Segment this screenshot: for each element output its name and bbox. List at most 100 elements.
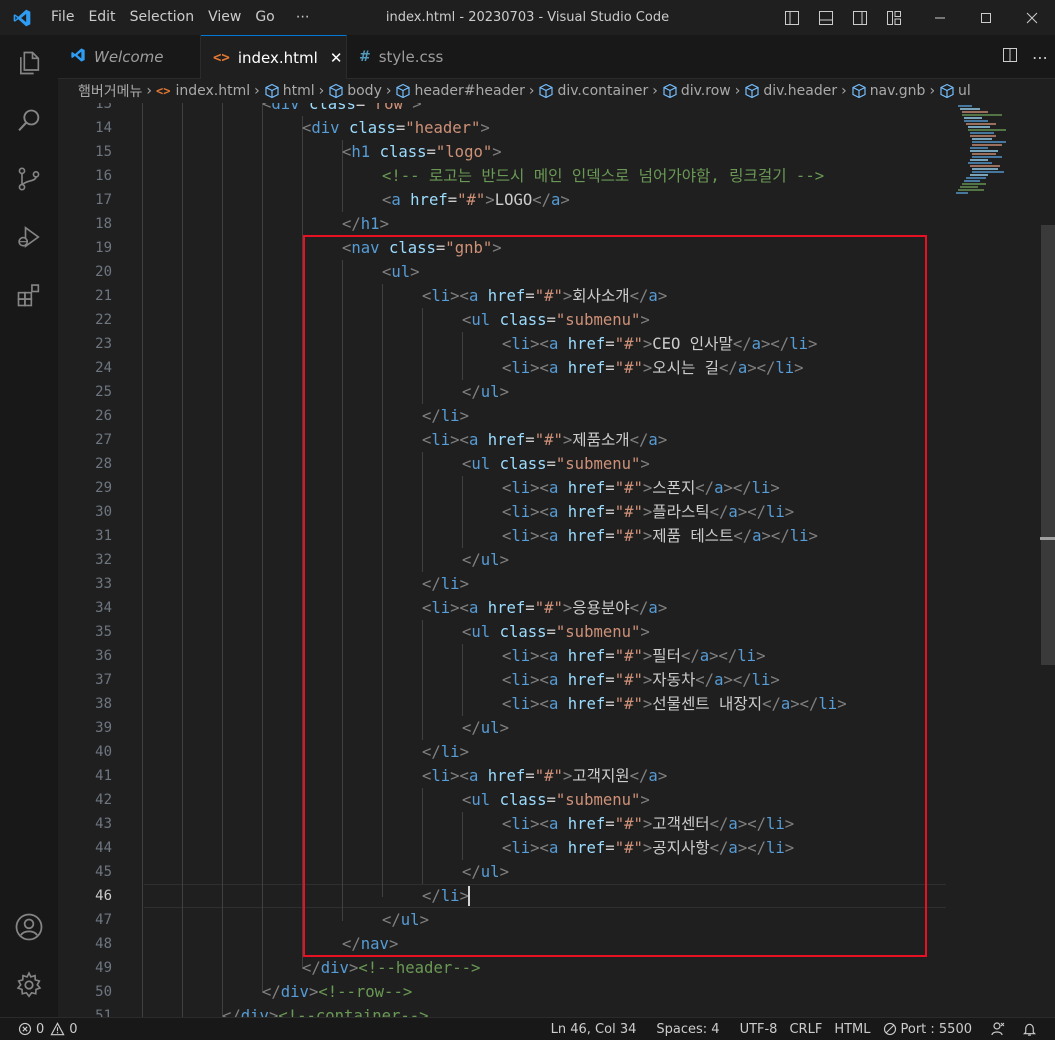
text-cursor — [468, 886, 470, 906]
line-number: 41 — [95, 768, 112, 784]
code-line: </ul> — [462, 863, 509, 881]
settings-gear-icon[interactable] — [0, 961, 58, 1009]
breadcrumb-div-header[interactable]: div.header — [744, 83, 837, 99]
code-line: <li><a href="#">선물센트 내장지</a></li> — [502, 695, 847, 713]
extensions-icon[interactable] — [0, 271, 58, 319]
css-hash-icon: # — [359, 49, 371, 65]
toggle-panel-icon[interactable] — [809, 0, 843, 35]
breadcrumb-nav[interactable]: nav.gnb — [851, 83, 925, 99]
maximize-icon[interactable] — [963, 0, 1009, 35]
line-number: 32 — [95, 552, 112, 568]
tab-style-css[interactable]: # style.css — [347, 35, 471, 79]
line-number: 36 — [95, 648, 112, 664]
breadcrumb-header[interactable]: header#header — [395, 83, 525, 99]
line-number: 49 — [95, 960, 112, 976]
chevron-right-icon: › — [385, 83, 392, 99]
accounts-icon[interactable] — [0, 903, 58, 951]
menu-bar: File Edit Selection View Go ⋯ — [44, 0, 317, 35]
close-window-icon[interactable] — [1009, 0, 1055, 35]
chevron-right-icon: › — [318, 83, 325, 99]
html-icon: <> — [213, 49, 230, 66]
code-line: <li><a href="#">회사소개</a> — [422, 287, 668, 305]
minimize-icon[interactable] — [917, 0, 963, 35]
breadcrumb-row[interactable]: div.row — [662, 83, 731, 99]
menu-view[interactable]: View — [201, 0, 248, 35]
breadcrumb-html[interactable]: html — [264, 83, 315, 99]
problems-indicator[interactable]: 0 0 — [18, 1022, 86, 1037]
cursor-position-marker — [1040, 537, 1055, 540]
feedback-person-icon[interactable] — [980, 1021, 1014, 1037]
element-cube-icon — [539, 83, 554, 99]
minimap[interactable] — [952, 103, 1042, 223]
indentation[interactable]: Spaces: 4 — [644, 1022, 727, 1037]
menu-selection[interactable]: Selection — [123, 0, 202, 35]
breadcrumb-file[interactable]: <> index.html — [156, 83, 250, 99]
line-number-gutter: 13 14 15 16 17 18 19 20 21 22 23 24 25 2… — [58, 103, 116, 1017]
menu-edit[interactable]: Edit — [81, 0, 122, 35]
explorer-icon[interactable] — [0, 39, 58, 87]
split-editor-icon[interactable] — [995, 47, 1025, 67]
code-line: <li><a href="#">CEO 인사말</a></li> — [502, 335, 818, 353]
code-line: <li><a href="#">제품 테스트</a></li> — [502, 527, 818, 545]
editor-tabs: Welcome <> index.html ✕ # style.css ⋯ — [58, 35, 1055, 79]
html-icon: <> — [156, 84, 171, 98]
line-number: 13 — [95, 103, 112, 112]
line-number: 28 — [95, 456, 112, 472]
code-line: <li><a href="#">스폰지</a></li> — [502, 479, 780, 497]
line-number: 18 — [95, 216, 112, 232]
code-line: </ul> — [462, 383, 509, 401]
notifications-bell-icon[interactable] — [1014, 1022, 1055, 1037]
vscode-icon — [70, 47, 86, 67]
source-control-icon[interactable] — [0, 155, 58, 203]
breadcrumb-body[interactable]: body — [328, 83, 382, 99]
menu-more[interactable]: ⋯ — [282, 0, 317, 35]
error-icon — [18, 1022, 32, 1036]
chevron-right-icon: › — [528, 83, 535, 99]
language-mode[interactable]: HTML — [830, 1022, 878, 1037]
status-bar: 0 0 Ln 46, Col 34 Spaces: 4 UTF-8 CRLF H… — [0, 1017, 1055, 1040]
code-line-current: </li> — [422, 887, 469, 905]
line-number: 17 — [95, 192, 112, 208]
tab-index-html[interactable]: <> index.html ✕ — [201, 35, 347, 79]
end-of-line[interactable]: CRLF — [785, 1022, 830, 1037]
code-content: <div class="row"> <div class="header"> <… — [144, 103, 944, 1017]
breadcrumb-container[interactable]: div.container — [538, 83, 648, 99]
line-number: 45 — [95, 864, 112, 880]
element-cube-icon — [663, 83, 677, 99]
vertical-scrollbar[interactable] — [1040, 103, 1055, 1017]
code-editor[interactable]: 13 14 15 16 17 18 19 20 21 22 23 24 25 2… — [58, 103, 1055, 1017]
scrollbar-thumb[interactable] — [1041, 225, 1055, 665]
no-entry-icon — [883, 1022, 896, 1036]
close-tab-icon[interactable]: ✕ — [330, 49, 343, 67]
line-number: 51 — [95, 1008, 112, 1017]
activity-bar — [0, 35, 58, 1017]
breadcrumb-ul[interactable]: ul — [939, 83, 971, 99]
live-server-port[interactable]: Port : 5500 — [879, 1022, 981, 1037]
code-line: <li><a href="#">필터</a></li> — [502, 647, 766, 665]
toggle-secondary-sidebar-icon[interactable] — [843, 0, 877, 35]
more-actions-icon[interactable]: ⋯ — [1025, 48, 1055, 67]
breadcrumb-folder[interactable]: 햄버거메뉴 — [78, 81, 142, 101]
menu-file[interactable]: File — [44, 0, 81, 35]
search-icon[interactable] — [0, 97, 58, 145]
indent-guide — [142, 103, 143, 1017]
code-line: </div><!--container--> — [222, 1007, 429, 1017]
breadcrumb: 햄버거메뉴 › <> index.html › html › body › hea… — [58, 79, 1055, 103]
encoding[interactable]: UTF-8 — [728, 1022, 786, 1037]
code-line: <ul> — [382, 263, 420, 281]
line-number: 44 — [95, 840, 112, 856]
element-cube-icon — [852, 83, 866, 99]
toggle-primary-sidebar-icon[interactable] — [775, 0, 809, 35]
run-debug-icon[interactable] — [0, 213, 58, 261]
chevron-right-icon: › — [841, 83, 847, 99]
customize-layout-icon[interactable] — [877, 0, 911, 35]
line-number: 15 — [95, 144, 112, 160]
code-line: </li> — [422, 407, 469, 425]
code-line: </li> — [422, 743, 469, 761]
tab-welcome[interactable]: Welcome — [58, 35, 201, 79]
cursor-position[interactable]: Ln 46, Col 34 — [543, 1022, 645, 1037]
code-line: <div class="row"> — [262, 103, 422, 113]
tab-label: index.html — [237, 48, 318, 67]
menu-go[interactable]: Go — [248, 0, 281, 35]
code-line: <a href="#">LOGO</a> — [382, 191, 570, 209]
